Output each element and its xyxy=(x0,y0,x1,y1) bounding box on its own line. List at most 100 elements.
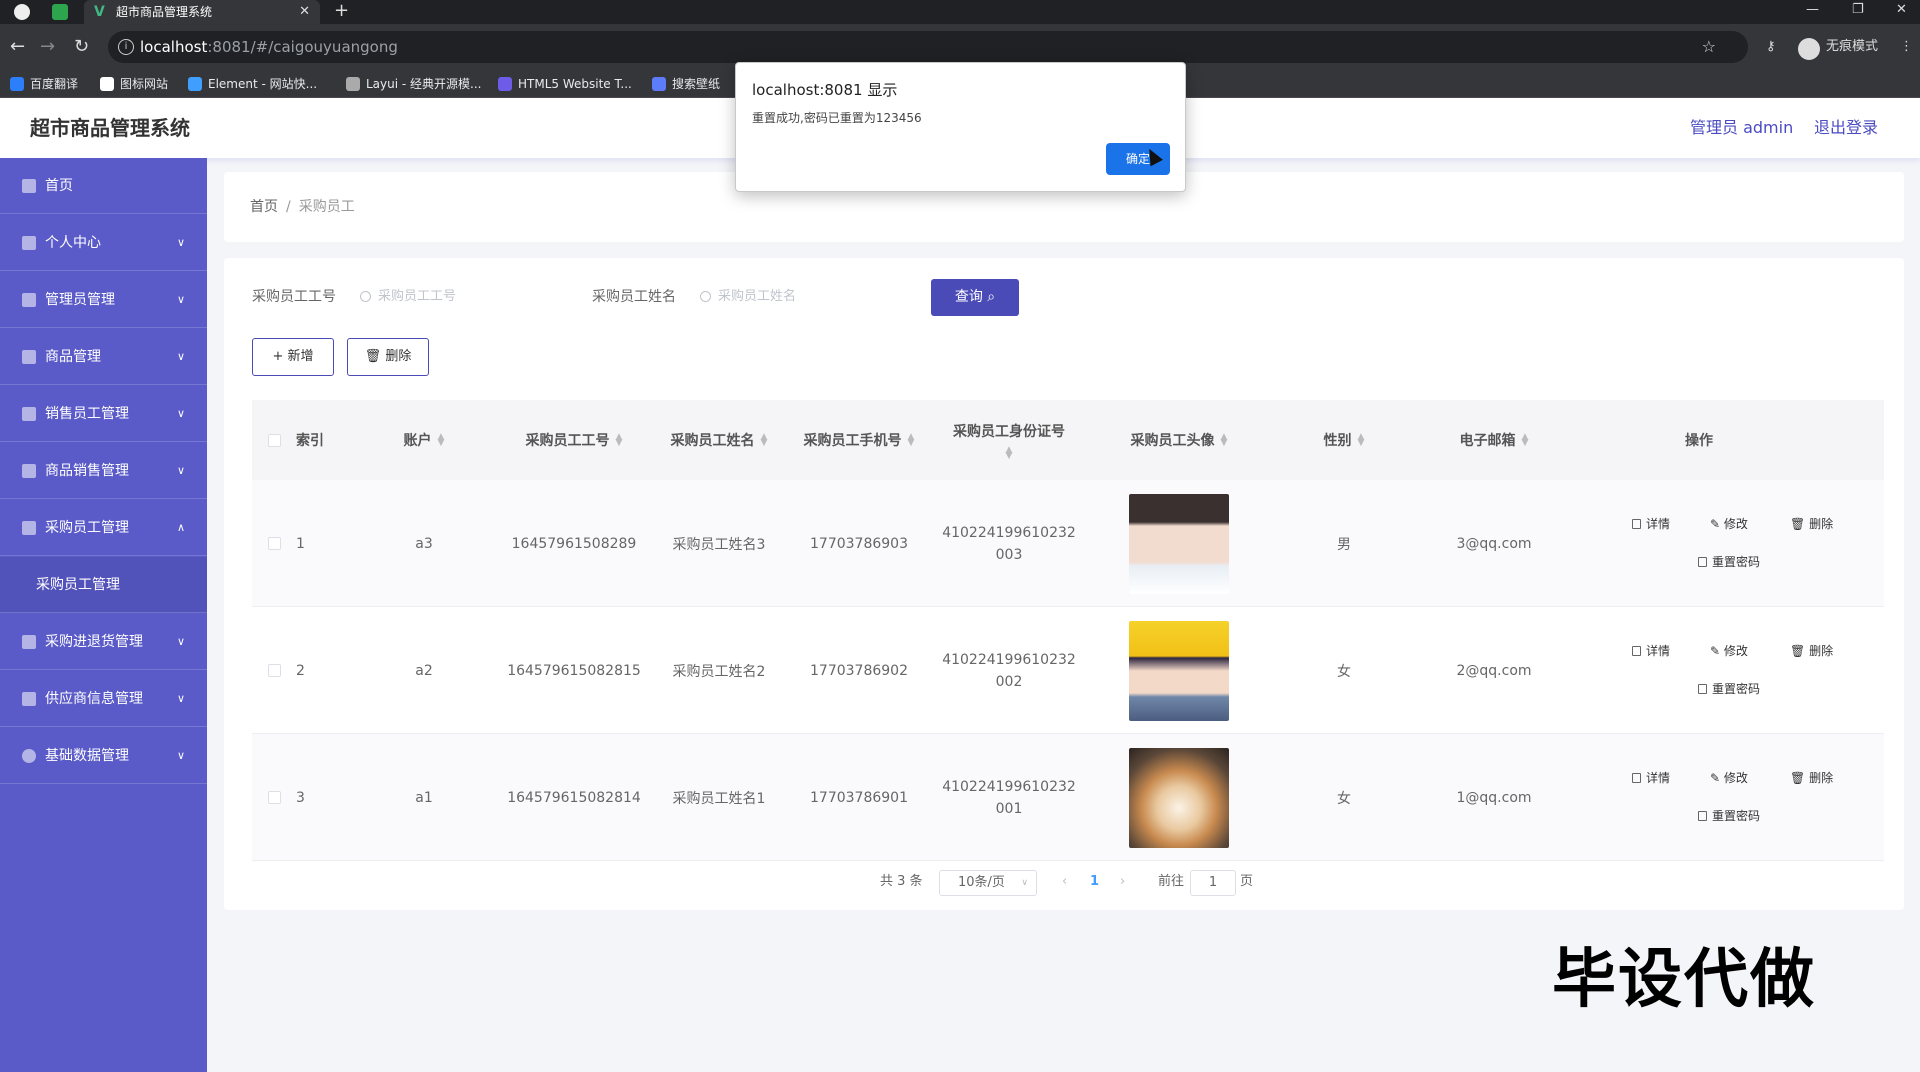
bookmark-item[interactable]: Layui - 经典开源模... xyxy=(346,70,481,98)
page-size-select[interactable]: 10条/页 ∨ xyxy=(939,870,1037,896)
batch-delete-button[interactable]: 🗑 删除 xyxy=(347,338,429,376)
delete-button[interactable]: 🗑 删除 xyxy=(1790,769,1833,787)
logout-link[interactable]: 退出登录 xyxy=(1814,98,1878,158)
page-number[interactable]: 1 xyxy=(1090,862,1099,902)
search-name-input[interactable]: 采购员工姓名 xyxy=(698,279,898,315)
bookmark-item[interactable]: Element - 网站快... xyxy=(188,70,317,98)
th-name[interactable]: 采购员工姓名 ▲ ▼ xyxy=(654,400,784,480)
sidebar-item-suppliers[interactable]: 供应商信息管理 ∨ xyxy=(0,671,207,727)
document-icon xyxy=(1698,557,1707,567)
incognito-label[interactable]: 无痕模式 xyxy=(1826,32,1878,62)
minimize-icon[interactable]: — xyxy=(1806,0,1819,20)
document-icon xyxy=(1632,773,1641,783)
cell-no: 16457961508289 xyxy=(511,535,637,552)
detail-button[interactable]: 详情 xyxy=(1632,642,1670,660)
search-no-input[interactable]: 采购员工工号 xyxy=(358,279,558,315)
th-gender[interactable]: 性别 ▲ ▼ xyxy=(1274,400,1414,480)
bookmark-item[interactable]: 图标网站 xyxy=(100,70,168,98)
wallpaper-icon xyxy=(652,77,666,91)
th-email[interactable]: 电子邮箱 ▲ ▼ xyxy=(1414,400,1574,480)
sidebar-item-home[interactable]: 首页 xyxy=(0,158,207,214)
table-header: 索引 账户 ▲ ▼ 采购员工工号 ▲ ▼ 采购员工姓名 ▲ ▼ 采购员工手机号 ▲ ▼ 采购员工… xyxy=(252,400,1884,480)
th-ops: 操作 xyxy=(1685,433,1713,449)
url-host: localhost xyxy=(140,38,208,56)
detail-button[interactable]: 详情 xyxy=(1632,515,1670,533)
trash-icon: 🗑 xyxy=(364,349,382,364)
close-tab-icon[interactable]: ✕ xyxy=(299,0,310,24)
browser-menu-icon[interactable]: ⋮ xyxy=(1900,32,1913,62)
bookmark-item[interactable]: 百度翻译 xyxy=(10,70,78,98)
bookmark-item[interactable]: 搜索壁纸 xyxy=(652,70,720,98)
key-icon[interactable]: ⚷ xyxy=(1766,32,1776,62)
extension-icon[interactable] xyxy=(52,4,68,20)
chrome-icon[interactable] xyxy=(14,4,30,20)
pencil-icon: ✎ xyxy=(1710,644,1724,658)
cell-gender: 男 xyxy=(1337,536,1351,553)
sidebar-item-purchase-staff[interactable]: 采购员工管理 ∧ xyxy=(0,500,207,556)
sidebar-item-sales-staff[interactable]: 销售员工管理 ∨ xyxy=(0,386,207,442)
reset-password-button[interactable]: 重置密码 xyxy=(1698,680,1760,698)
window-close-icon[interactable]: ✕ xyxy=(1896,0,1907,20)
incognito-icon[interactable] xyxy=(1798,38,1820,60)
edit-button[interactable]: ✎ 修改 xyxy=(1710,769,1748,787)
th-id-card[interactable]: 采购员工身份证号 ▲ ▼ xyxy=(934,400,1084,480)
th-phone[interactable]: 采购员工手机号 ▲ ▼ xyxy=(784,400,934,480)
delete-button[interactable]: 🗑 删除 xyxy=(1790,642,1833,660)
query-button[interactable]: 查询 ⌕ xyxy=(931,279,1019,316)
row-checkbox[interactable] xyxy=(267,537,281,550)
back-icon[interactable]: ← xyxy=(10,34,25,60)
cell-index: 1 xyxy=(296,535,305,552)
cell-gender: 女 xyxy=(1337,790,1351,807)
detail-button[interactable]: 详情 xyxy=(1632,769,1670,787)
reset-password-button[interactable]: 重置密码 xyxy=(1698,553,1760,571)
sidebar-item-profile[interactable]: 个人中心 ∨ xyxy=(0,215,207,271)
forward-icon[interactable]: → xyxy=(40,34,55,60)
sidebar-item-goods[interactable]: 商品管理 ∨ xyxy=(0,329,207,385)
avatar-image[interactable] xyxy=(1129,493,1229,594)
bookmark-item[interactable]: HTML5 Website T... xyxy=(498,70,632,98)
sidebar-subitem-purchase-staff[interactable]: 采购员工管理 xyxy=(0,557,207,613)
sidebar-item-admins[interactable]: 管理员管理 ∨ xyxy=(0,272,207,328)
chevron-down-icon: ∨ xyxy=(1021,878,1028,888)
sort-icon: ▲ ▼ xyxy=(437,432,445,448)
chevron-down-icon: ∨ xyxy=(176,293,185,306)
pencil-icon: ✎ xyxy=(1710,771,1724,785)
reload-icon[interactable]: ↻ xyxy=(74,34,89,60)
chevron-down-icon: ∨ xyxy=(176,236,185,249)
breadcrumb-current: 采购员工 xyxy=(298,199,355,215)
table-row: 1 a3 16457961508289 采购员工姓名3 17703786903 … xyxy=(252,480,1884,607)
pencil-icon: ✎ xyxy=(1710,517,1724,531)
th-account[interactable]: 账户 ▲ ▼ xyxy=(354,400,494,480)
document-icon xyxy=(1632,519,1641,529)
avatar-image[interactable] xyxy=(1129,620,1229,721)
url-field[interactable]: i localhost:8081/#/caigouyuangong ☆ xyxy=(108,31,1748,63)
restore-icon[interactable]: ❐ xyxy=(1852,0,1864,20)
select-all-checkbox[interactable] xyxy=(267,433,281,447)
avatar-image[interactable] xyxy=(1129,747,1229,848)
reset-password-button[interactable]: 重置密码 xyxy=(1698,807,1760,825)
next-page-icon[interactable]: › xyxy=(1120,862,1125,902)
edit-button[interactable]: ✎ 修改 xyxy=(1710,642,1748,660)
breadcrumb-home[interactable]: 首页 xyxy=(250,199,278,215)
site-info-icon[interactable]: i xyxy=(118,39,134,55)
th-no[interactable]: 采购员工工号 ▲ ▼ xyxy=(494,400,654,480)
prev-page-icon[interactable]: ‹ xyxy=(1062,862,1067,902)
browser-tab[interactable]: V 超市商品管理系统 ✕ xyxy=(84,0,320,24)
edit-button[interactable]: ✎ 修改 xyxy=(1710,515,1748,533)
admin-link[interactable]: 管理员 admin xyxy=(1690,98,1793,158)
cell-no: 164579615082814 xyxy=(507,789,641,806)
new-tab-icon[interactable]: + xyxy=(334,0,349,22)
sidebar-item-base-data[interactable]: 基础数据管理 ∨ xyxy=(0,728,207,784)
row-checkbox[interactable] xyxy=(267,791,281,804)
add-button[interactable]: + 新增 xyxy=(252,338,334,376)
delete-button[interactable]: 🗑 删除 xyxy=(1790,515,1833,533)
cell-account: a2 xyxy=(415,662,433,679)
bookmark-star-icon[interactable]: ☆ xyxy=(1702,31,1716,63)
goto-page-input[interactable]: 1 xyxy=(1190,870,1236,896)
row-checkbox[interactable] xyxy=(267,664,281,677)
sidebar-item-sales[interactable]: 商品销售管理 ∨ xyxy=(0,443,207,499)
cell-index: 2 xyxy=(296,662,305,679)
sidebar-item-purchase-returns[interactable]: 采购进退货管理 ∨ xyxy=(0,614,207,670)
cell-id-card: 410224199610232 003 xyxy=(942,524,1076,563)
th-avatar[interactable]: 采购员工头像 ▲ ▼ xyxy=(1084,400,1274,480)
